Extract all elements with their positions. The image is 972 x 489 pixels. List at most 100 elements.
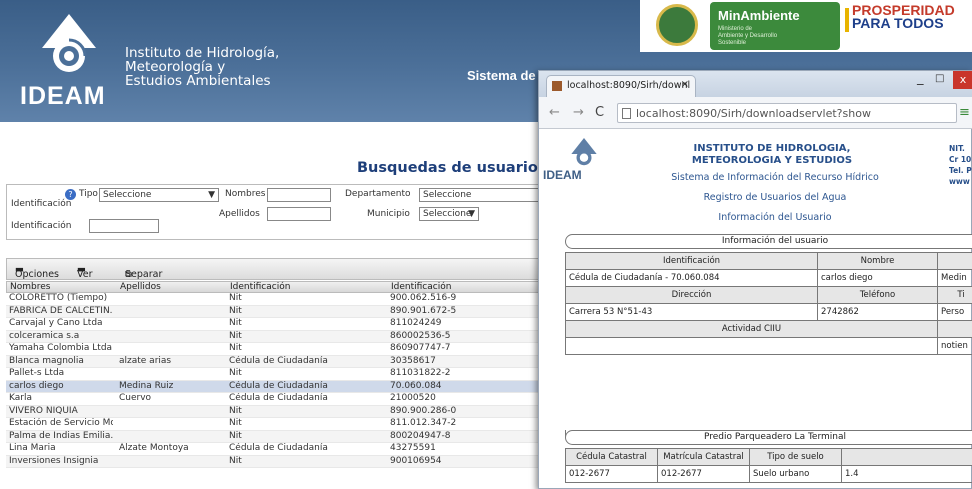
section-predio: Predio Parqueadero La Terminal (565, 430, 972, 445)
report-institute-line-2: METEOROLOGIA Y ESTUDIOS (691, 155, 853, 166)
table-cell: Carvajal y Cano Ltda (9, 318, 103, 328)
table-cell: 800204947-8 (390, 430, 451, 441)
report-institute-line-1: INSTITUTO DE HIDROLOGIA, (693, 143, 851, 154)
table-row[interactable]: Blanca magnolia alzate arias Cédula de Ciu… (6, 355, 546, 368)
col-identificacion[interactable]: Identificación (391, 282, 541, 292)
table-row[interactable]: Estación de Servicio Mo... Nit 811.012.347… (6, 418, 546, 431)
minambiente-sub: Ministerio de Ambiente y Desarrollo Sost… (718, 26, 778, 46)
table-row[interactable]: carlos diego Medina Ruiz Cédula de Ciudada… (6, 380, 546, 393)
table-row[interactable]: Palma de Indias Emilia... Nit 800204947-8 (6, 430, 546, 443)
apellidos-input[interactable] (267, 207, 331, 221)
v-cedula-catastral: 012-2677 (565, 465, 658, 483)
ideam-logo-icon (42, 14, 96, 72)
table-cell: Nit (229, 343, 242, 353)
table-row[interactable]: FABRICA DE CALCETIN... Nit 890.901.672-5 (6, 305, 546, 318)
table-cell: 890.900.286-0 (390, 405, 457, 416)
search-form: ? Tipo Identificación Seleccione ▼ Identi… (6, 184, 546, 240)
table-cell: Nit (229, 405, 242, 416)
col-apellidos[interactable]: Apellidos (120, 282, 198, 292)
favicon-icon (552, 81, 562, 91)
report-content: IDEAM INSTITUTO DE HIDROLOGIA, METEOROLO… (539, 130, 972, 489)
v-extra3: notien (937, 337, 972, 355)
table-cell: Yamaha Colombia Ltda (9, 343, 113, 353)
table-cell: VIVERO NIQUIA (9, 405, 78, 416)
minimize-button[interactable]: _ (917, 71, 924, 86)
ideam-small-icon (571, 138, 597, 166)
table-cell: Nit (229, 430, 242, 441)
v-extra4: 1.4 (841, 465, 972, 483)
browser-tab[interactable]: localhost:8090/Sirh/downl × (546, 75, 696, 97)
h-matricula-catastral: Matrícula Catastral (657, 448, 750, 466)
tipo-select[interactable]: Seleccione ▼ (99, 188, 219, 202)
municipio-select[interactable]: Seleccione ▼ (419, 207, 479, 221)
forward-icon[interactable]: → (573, 105, 584, 120)
table-cell: 900106954 (390, 455, 442, 466)
h-extra3 (937, 320, 972, 338)
col-nombres[interactable]: Nombres (10, 282, 114, 292)
table-row[interactable]: Karla Cuervo Cédula de Ciudadanía 21000520 (6, 393, 546, 406)
identificacion-label: Identificación (11, 199, 72, 209)
separar-label: Separar (125, 269, 163, 280)
table-header: Nombres Apellidos Identificación Identif… (6, 281, 546, 293)
report-registry: Registro de Usuarios del Agua (703, 192, 847, 203)
table-row[interactable]: VIVERO NIQUIA Nit 890.900.286-0 (6, 405, 546, 418)
table-row[interactable]: Pallet-s Ltda Nit 811031822-2 (6, 368, 546, 381)
identificacion-input[interactable] (89, 219, 159, 233)
contact-line-3: Tel. P (949, 166, 972, 175)
tipo-label: Tipo (79, 189, 98, 199)
close-window-button[interactable]: x (953, 71, 972, 89)
h-telefono: Teléfono (817, 286, 938, 304)
user-info-table: Identificación Nombre Cédula de Ciudadaní… (565, 252, 972, 355)
v-nombre: carlos diego (817, 269, 938, 287)
nombres-input[interactable] (267, 188, 331, 202)
table-cell: Nit (229, 330, 242, 341)
report-ideam-word: IDEAM (543, 168, 582, 182)
ver-menu[interactable]: Ver ▬ (77, 264, 93, 280)
url-text: localhost:8090/Sirh/downloadservlet?show (636, 107, 871, 120)
opciones-menu[interactable]: Opciones ▬ (15, 264, 59, 280)
table-cell: Pallet-s Ltda (9, 368, 65, 378)
close-tab-icon[interactable]: × (681, 79, 689, 90)
table-row[interactable]: COLORETTO (Tiempo) Nit 900.062.516-9 (6, 293, 546, 306)
table-cell: COLORETTO (Tiempo) (9, 293, 108, 303)
table-cell: 811024249 (390, 318, 442, 328)
table-cell: 43275591 (390, 443, 436, 453)
table-cell: alzate arias (119, 355, 172, 366)
table-cell: Nit (229, 455, 242, 466)
departamento-select[interactable]: Seleccione (419, 188, 543, 202)
table-cell: Nit (229, 368, 242, 378)
tab-title: localhost:8090/Sirh/downl (567, 80, 691, 91)
minambiente-logo: MinAmbiente Ministerio de Ambiente y Des… (710, 2, 840, 50)
reload-icon[interactable]: C (595, 105, 604, 120)
table-row[interactable]: Inversiones Insignia Nit 900106954 (6, 455, 546, 468)
colombia-emblem-icon (656, 4, 698, 46)
municipio-select-value: Seleccione (423, 209, 472, 219)
url-input[interactable]: localhost:8090/Sirh/downloadservlet?show (617, 103, 957, 123)
col-tipo-identificacion[interactable]: Identificación (230, 282, 380, 292)
table-cell: colceramica s.a (9, 330, 80, 341)
search-title: Busquedas de usuario (357, 160, 538, 176)
table-cell: 900.062.516-9 (390, 293, 457, 303)
v-tipo-suelo: Suelo urbano (749, 465, 842, 483)
table-row[interactable]: Carvajal y Cano Ltda Nit 811024249 (6, 318, 546, 331)
table-cell: Cédula de Ciudadanía (229, 443, 328, 453)
table-cell: Nit (229, 305, 242, 316)
table-row[interactable]: Yamaha Colombia Ltda Nit 860907747-7 (6, 343, 546, 356)
chevron-down-icon: ▼ (468, 209, 475, 219)
menu-icon[interactable]: ≡ (959, 105, 970, 120)
predio-table: Cédula Catastral Matrícula Catastral Tipo … (565, 448, 972, 483)
maximize-button[interactable]: □ (935, 73, 944, 84)
table-cell: 811.012.347-2 (390, 418, 457, 428)
table-cell: FABRICA DE CALCETIN... (9, 305, 113, 316)
prosperidad-logo: PROSPERIDAD PARA TODOS (852, 3, 955, 30)
table-cell: Estación de Servicio Mo... (9, 418, 113, 428)
flag-bar-icon (845, 8, 849, 32)
opciones-label: Opciones (15, 269, 59, 280)
h-cedula-catastral: Cédula Catastral (565, 448, 658, 466)
v-telefono: 2742862 (817, 303, 938, 321)
table-cell: Inversiones Insignia (9, 455, 99, 466)
departamento-select-value: Seleccione (423, 190, 472, 200)
table-row[interactable]: colceramica s.a Nit 860002536-5 (6, 330, 546, 343)
table-row[interactable]: Lina Maria Alzate Montoya Cédula de Ciudad… (6, 443, 546, 456)
back-icon[interactable]: ← (549, 105, 560, 120)
